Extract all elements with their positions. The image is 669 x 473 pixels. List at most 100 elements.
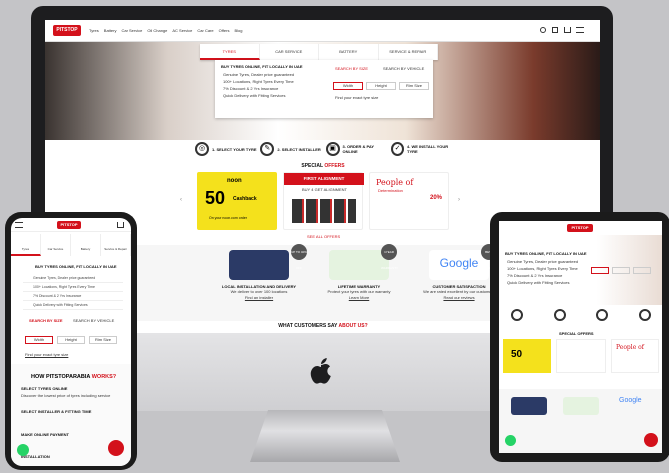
nav-link[interactable]: Blog [234,28,242,34]
alignment-sub: BUY 4 GET ALIGNMENT [302,187,347,192]
menu-icon[interactable] [576,27,584,33]
step-item: ◎ 1. SELECT YOUR TYRE [195,138,259,160]
rim-size-select[interactable]: Rim Size [399,82,429,90]
height-select[interactable]: Height [366,82,396,90]
shield-icon [329,250,389,280]
width-select[interactable] [591,267,609,274]
payment-icon: ▣ [325,142,340,156]
tab-tyres[interactable]: TYRES [200,44,260,60]
bullet: Quick Delivery with Fitting Services [223,93,286,98]
tablet-offers-heading: SPECIAL OFFERS [559,331,594,336]
nav-link[interactable]: Tyres [89,28,99,34]
step-item: ✓ 4. WE INSTALL YOUR TYRE [390,138,455,160]
offer-title: People of [376,178,414,187]
tablet-website: PITSTOP BUY TYRES ONLINE, FIT LOCALLY IN… [499,221,662,453]
cashback-amount: 50 [205,188,226,208]
check-icon [638,309,651,321]
tyre-icon [511,309,523,321]
imac-stand [250,410,400,462]
nav-link[interactable]: Offers [219,28,230,34]
whatsapp-icon[interactable] [505,435,516,446]
rim-size-select[interactable]: Rim Size [89,336,117,344]
search-by-size-tab[interactable]: SEARCH BY SIZE [29,318,63,324]
tablet-steps [511,309,651,321]
cart-icon[interactable] [564,27,571,33]
step-label: 4. WE INSTALL YOUR TYRE [407,144,449,154]
google-logo: Google [429,250,489,280]
bullet: Quick Delivery with Fitting Services [507,280,570,285]
bullet: Genuine Tyres, Dealer price guaranteed [507,259,579,264]
feature-link[interactable]: Learn More [303,295,415,301]
step-item: ▣ 3. ORDER & PAY ONLINE [325,138,390,160]
site-logo[interactable]: PITSTOP [57,221,81,229]
bullet: 7% Discount & 2 Yrs Insurance [223,86,279,91]
chevron-right-icon[interactable]: › [458,197,460,203]
mobile-website: PITSTOP Tyres Car Service Battery Servic… [11,218,131,466]
tyre-icon: ◎ [195,142,209,156]
tab-battery[interactable]: Battery [71,234,101,256]
tyre-size-link[interactable]: Find your exact tyre size [335,95,378,101]
bullet: Genuine Tyres, Dealer price guaranteed [23,274,123,283]
search-by-size-tab[interactable]: SEARCH BY SIZE [335,66,368,72]
user-icon[interactable] [552,27,558,33]
menu-icon[interactable] [15,222,23,228]
tab-service-repair[interactable]: Service & Repair [101,234,131,256]
nav-link[interactable]: Oil Change [147,28,167,34]
chat-icon[interactable] [108,440,124,456]
offer-card-noon[interactable]: noon 50 Cashback On your noon.com order [197,172,277,230]
tyre-size-link[interactable]: Find your exact tyre size [25,352,68,358]
offer-card-determination[interactable]: People of Determination 20% [369,172,449,230]
width-select[interactable]: Width [25,336,53,344]
height-select[interactable]: Height [57,336,85,344]
how-it-works-heading: HOW PITSTOPARABIA WORKS? [31,374,117,380]
warranty-badge: 1YEAR WARRANTY [381,244,398,270]
apple-logo-icon [310,358,331,384]
chevron-left-icon[interactable]: ‹ [180,197,182,203]
nav-link[interactable]: Battery [104,28,117,34]
height-select[interactable] [612,267,630,274]
search-by-vehicle-tab[interactable]: SEARCH BY VEHICLE [73,318,114,324]
booking-headline: BUY TYRES ONLINE, FIT LOCALLY IN UAE [221,64,303,69]
step-label: 1. SELECT YOUR TYRE [212,146,257,152]
search-icon[interactable] [540,27,546,33]
noon-logo: noon [227,178,242,184]
feature-installation: UP TO 40% OFF LOCAL INSTALLATION AND DEL… [203,244,315,320]
step-text: Discover the lowest price of tyres inclu… [21,393,111,398]
service-tabs: TYRES CAR SERVICE BATTERY SERVICE & REPA… [200,44,438,60]
bullet: Quick Delivery with Fitting Services [23,301,123,310]
cart-icon[interactable] [117,222,124,228]
offer-card-noon[interactable]: 50 [503,339,551,373]
tab-car-service[interactable]: Car Service [41,234,71,256]
bullet: Genuine Tyres, Dealer price guaranteed [223,72,295,77]
tab-tyres[interactable]: Tyres [11,234,41,256]
offer-card-alignment[interactable]: FIRST ALIGNMENT BUY 4 GET ALIGNMENT [283,172,364,230]
offer-card-alignment[interactable] [556,339,606,373]
offer-card-determination[interactable]: People of [611,339,659,373]
mobile-header: PITSTOP [11,218,131,232]
see-all-offers-link[interactable]: SEE ALL OFFERS [307,234,340,240]
testimonials-heading: WHAT CUSTOMERS SAY ABOUT US? [278,323,368,329]
search-by-vehicle-tab[interactable]: SEARCH BY VEHICLE [383,66,424,72]
nav-link[interactable]: Car Care [197,28,213,34]
step-heading: MAKE ONLINE PAYMENT [21,432,70,437]
cashback-sub: On your noon.com order [209,216,247,220]
step-label: 3. ORDER & PAY ONLINE [342,144,375,154]
site-logo[interactable]: PITSTOP [567,224,593,232]
chat-icon[interactable] [644,433,658,447]
whatsapp-icon[interactable] [17,444,29,456]
bullet: 7% Discount & 2 Yrs Insurance [507,273,563,278]
nav-link[interactable]: AC Service [172,28,192,34]
bullet: 100+ Locations, Right Tyres Every Time [23,283,123,292]
feature-link[interactable]: Find an installer [203,295,315,301]
tab-car-service[interactable]: CAR SERVICE [260,44,319,60]
tab-service-repair[interactable]: SERVICE & REPAIR [379,44,438,60]
tyres-image [292,199,356,223]
tab-battery[interactable]: BATTERY [319,44,379,60]
site-header: PITSTOP Tyres Battery Car Service Oil Ch… [45,20,600,42]
site-logo[interactable]: PITSTOP [53,25,81,36]
nav-link[interactable]: Car Service [121,28,142,34]
delivery-van-image [511,397,547,415]
tablet-headline: BUY TYRES ONLINE, FIT LOCALLY IN UAE [505,251,587,256]
width-select[interactable]: Width [333,82,363,90]
rim-size-select[interactable] [633,267,651,274]
